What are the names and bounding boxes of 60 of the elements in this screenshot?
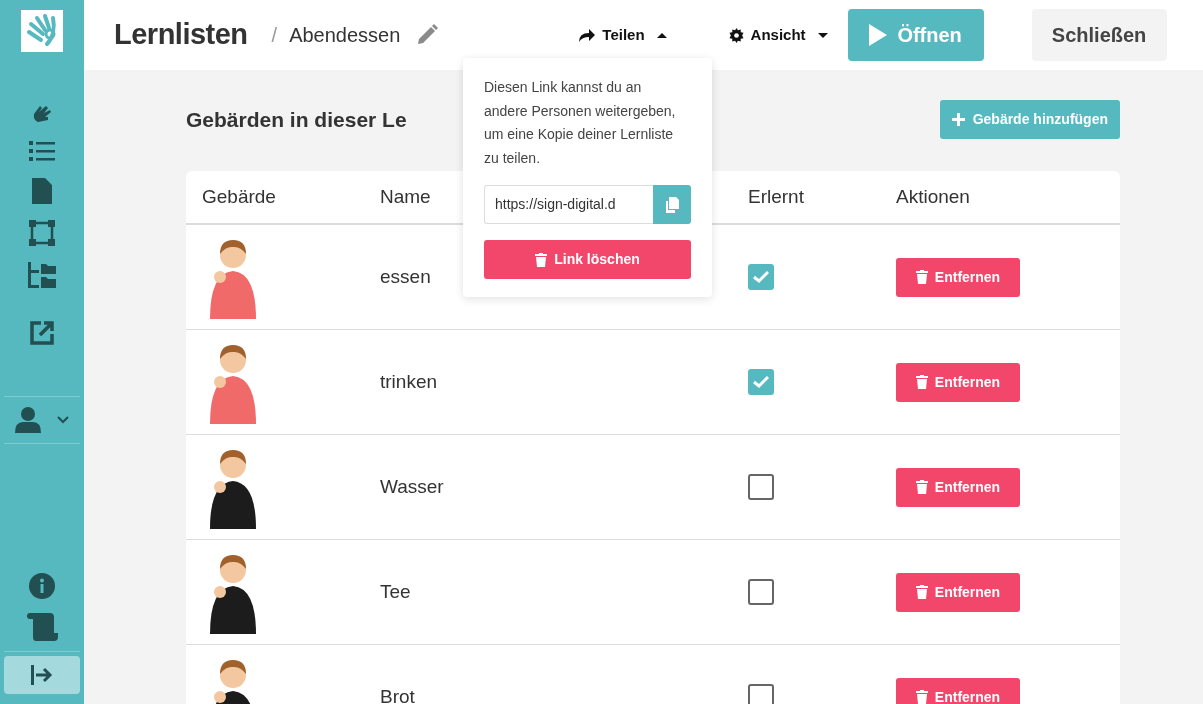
external-link-icon[interactable] <box>29 320 55 346</box>
sign-name: trinken <box>380 369 439 394</box>
check-icon <box>753 376 769 388</box>
sign-name: Tee <box>380 579 412 604</box>
trash-icon <box>915 585 928 599</box>
sign-name: Wasser <box>380 474 445 499</box>
gear-icon <box>728 27 744 43</box>
breadcrumb-separator: / <box>271 23 278 48</box>
folder-tree-icon[interactable] <box>28 262 56 288</box>
sign-out-arrow-icon <box>31 665 53 685</box>
check-icon <box>753 271 769 283</box>
share-arrow-icon <box>579 28 596 42</box>
share-menu-button[interactable]: Teilen <box>573 22 673 48</box>
column-header: Gebärde <box>202 184 276 209</box>
scroll-icon[interactable] <box>26 613 58 641</box>
remove-button[interactable]: Entfernen <box>896 572 1020 612</box>
share-link-field[interactable]: https://sign-digital.d <box>484 185 653 224</box>
learned-checkbox[interactable] <box>748 264 774 290</box>
trash-icon <box>915 375 928 389</box>
learned-checkbox[interactable] <box>748 369 774 395</box>
caret-icon <box>817 31 828 39</box>
column-header: Name <box>380 184 431 209</box>
trash-icon <box>915 480 928 494</box>
open-button[interactable]: Öffnen <box>847 9 984 61</box>
remove-button[interactable]: Entfernen <box>896 362 1020 402</box>
pencil-icon[interactable] <box>416 24 439 46</box>
add-sign-button[interactable]: Gebärde hinzufügen <box>939 100 1120 139</box>
learned-checkbox[interactable] <box>748 474 774 500</box>
column-header: Aktionen <box>896 184 970 209</box>
list-name: Abendessen <box>289 23 401 48</box>
view-menu-button[interactable]: Ansicht <box>722 22 834 48</box>
trash-icon <box>915 690 928 704</box>
hand-logo-icon[interactable] <box>21 10 63 52</box>
caret-icon <box>656 31 667 39</box>
delete-link-button[interactable]: Link löschen <box>484 240 691 279</box>
document-icon[interactable] <box>32 178 52 204</box>
vector-square-icon[interactable] <box>29 220 55 246</box>
section-title: Gebärden in dieser Le <box>186 106 407 133</box>
learned-checkbox[interactable] <box>748 579 774 605</box>
page-title: Lernlisten <box>114 17 248 53</box>
copy-button[interactable] <box>653 185 691 224</box>
trash-icon <box>915 270 928 284</box>
remove-button[interactable]: Entfernen <box>896 677 1020 704</box>
info-icon[interactable] <box>29 573 55 599</box>
copy-icon <box>665 196 679 213</box>
play-icon <box>869 24 888 46</box>
collapse-sidebar-button[interactable] <box>4 656 80 694</box>
share-description: Diesen Link kannst du an andere Personen weitergeben, um eine Kopie deiner Lernliste zu teilen. <box>484 78 677 168</box>
list-icon[interactable] <box>29 140 55 162</box>
sign-name: Brot <box>380 684 416 704</box>
plus-icon <box>951 113 965 126</box>
sign-name: essen <box>380 264 432 289</box>
learned-checkbox[interactable] <box>748 684 774 704</box>
trash-icon <box>535 252 548 267</box>
chevron-down-icon[interactable] <box>57 416 69 424</box>
user-icon[interactable] <box>15 407 41 433</box>
close-button[interactable]: Schließen <box>1031 9 1167 61</box>
column-header: Erlernt <box>748 184 804 209</box>
remove-button[interactable]: Entfernen <box>896 467 1020 507</box>
remove-button[interactable]: Entfernen <box>896 257 1020 297</box>
